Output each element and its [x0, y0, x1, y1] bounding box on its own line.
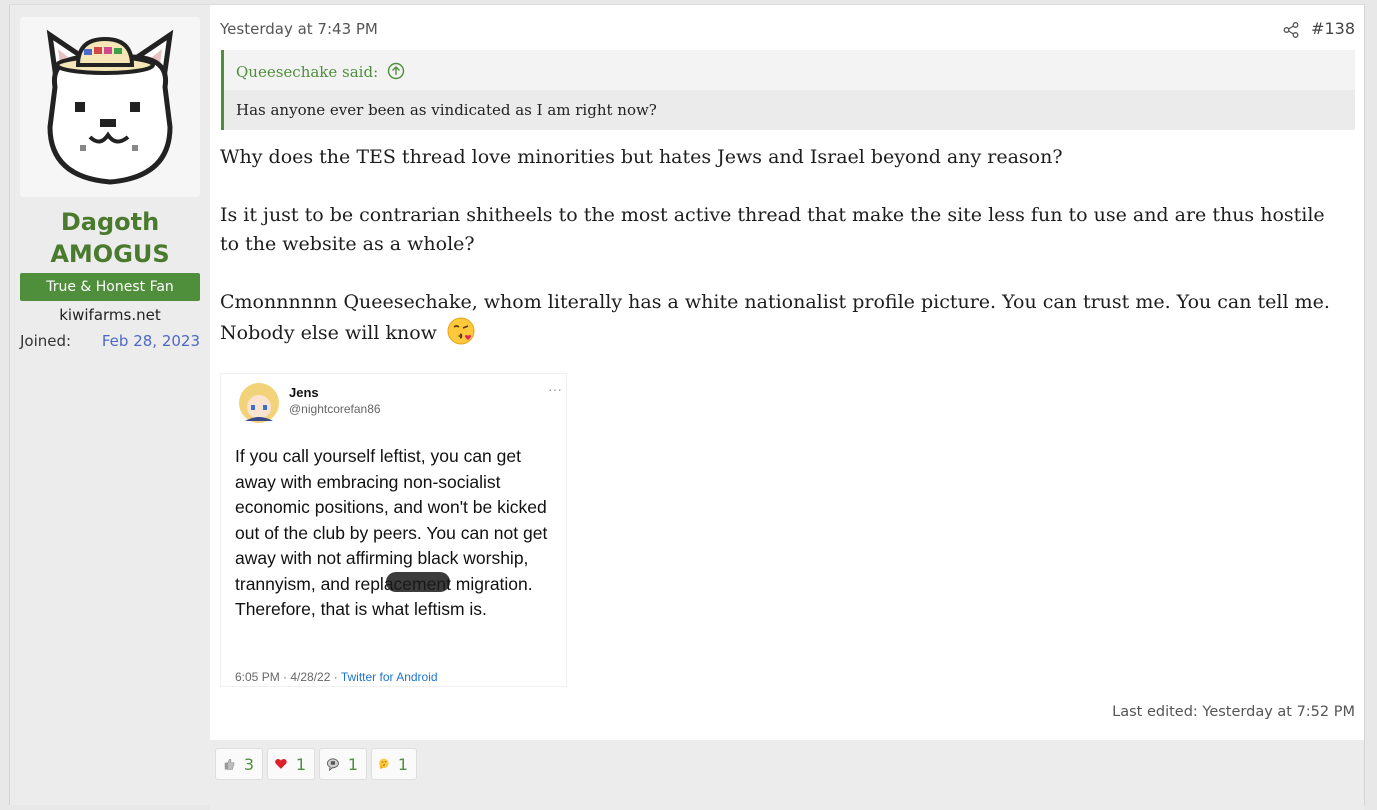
- tweet-author-name: Jens: [289, 385, 319, 400]
- censor-scribble: [386, 572, 450, 592]
- user-title-badge: True & Honest Fan: [20, 273, 200, 301]
- quote-author[interactable]: Queesechake said:: [236, 63, 378, 81]
- user-avatar[interactable]: [20, 17, 200, 197]
- post-date[interactable]: Yesterday at 7:43 PM: [220, 18, 378, 40]
- quote-body: Has anyone ever been as vindicated as I …: [224, 90, 1355, 130]
- post-number-link[interactable]: #138: [1311, 18, 1355, 40]
- tweet-more-icon: ···: [548, 381, 562, 397]
- tweet-text: If you call yourself leftist, you can ge…: [235, 446, 548, 619]
- reaction-count: 1: [347, 754, 358, 774]
- tweet-author-handle: @nightcorefan86: [289, 402, 381, 416]
- kissing-face-emoji-icon: [447, 317, 475, 345]
- speech-bubble-icon: [326, 758, 339, 772]
- last-edited: Last edited: Yesterday at 7:52 PM: [1112, 704, 1355, 720]
- post-paragraph: Is it just to be contrarian shitheels to…: [220, 204, 1325, 255]
- reaction-count: 1: [295, 754, 306, 774]
- share-icon[interactable]: [1282, 21, 1300, 39]
- user-banner: kiwifarms.net: [59, 306, 161, 324]
- tweet-screenshot-image[interactable]: Jens @nightcorefan86 ··· If you call you…: [220, 373, 567, 687]
- reaction-count: 1: [397, 754, 408, 774]
- thumbs-icon: [224, 758, 235, 770]
- thinking-face-icon: [379, 758, 389, 770]
- reaction-count: 3: [243, 754, 254, 774]
- username-line1[interactable]: Dagoth: [61, 208, 159, 236]
- heart-icon: [275, 759, 287, 769]
- post-container: Dagoth AMOGUS True & Honest Fan kiwifarm…: [9, 4, 1365, 810]
- arrow-up-circle-icon[interactable]: [387, 62, 405, 80]
- post-paragraph-text: Cmonnnnnn Queesechake, whom literally ha…: [220, 291, 1330, 344]
- tweet-time: 6:05 PM · 4/28/22 ·: [235, 670, 341, 684]
- post-paragraph: Why does the TES thread love minorities …: [220, 146, 1063, 168]
- username[interactable]: Dagoth AMOGUS: [10, 206, 210, 270]
- user-sidebar: Dagoth AMOGUS True & Honest Fan kiwifarm…: [10, 5, 210, 805]
- quote-block: Queesechake said: Has anyone ever been a…: [221, 50, 1355, 130]
- quote-text: Has anyone ever been as vindicated as I …: [236, 101, 657, 119]
- post-body: Why does the TES thread love minorities …: [220, 143, 1340, 348]
- cat-avatar-icon: [46, 29, 174, 185]
- post-paragraph: Cmonnnnnn Queesechake, whom literally ha…: [220, 288, 1340, 348]
- tweet-meta: 6:05 PM · 4/28/22 · Twitter for Android: [235, 670, 438, 684]
- reaction-bar: 3 1 1 1: [210, 740, 1364, 810]
- reaction-thumbs[interactable]: 3: [215, 748, 263, 780]
- reaction-thinking[interactable]: 1: [371, 748, 417, 780]
- tweet-avatar-icon: [239, 383, 279, 423]
- quote-header[interactable]: Queesechake said:: [236, 61, 405, 83]
- username-line2[interactable]: AMOGUS: [50, 240, 169, 268]
- tweet-source: Twitter for Android: [340, 670, 438, 684]
- joined-date[interactable]: Feb 28, 2023: [102, 331, 200, 351]
- joined-label: Joined:: [20, 332, 72, 350]
- reaction-speech[interactable]: 1: [319, 748, 367, 780]
- reaction-heart[interactable]: 1: [267, 748, 315, 780]
